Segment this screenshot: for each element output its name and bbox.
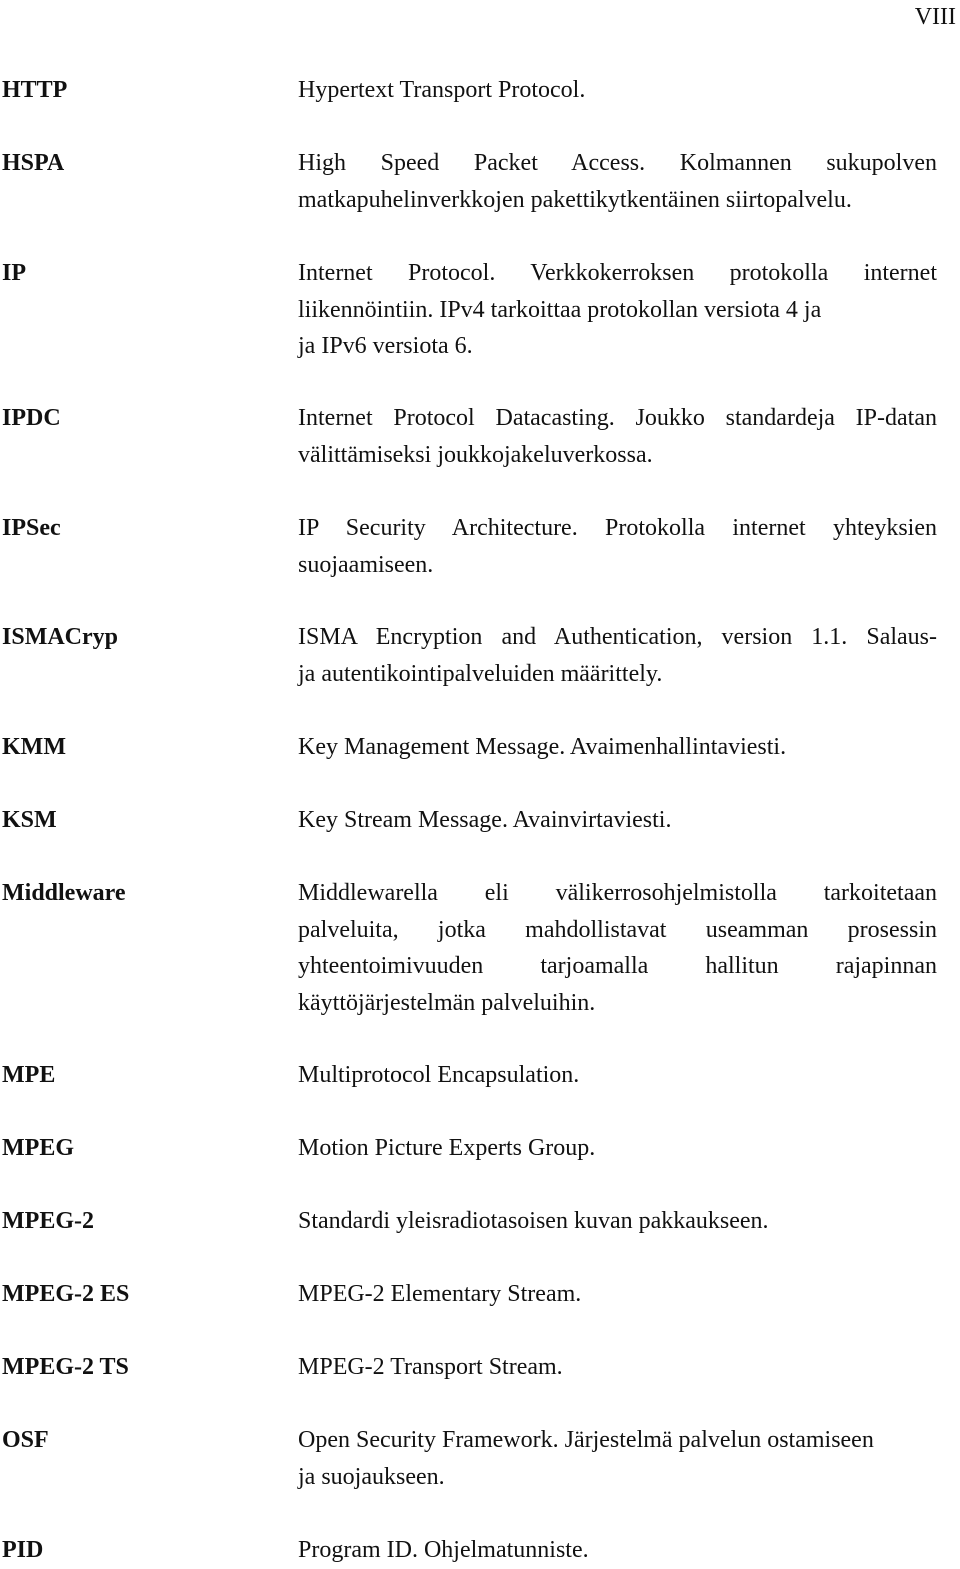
- term: HSPA: [2, 150, 65, 176]
- definition: Key Management Message. Avaimenhallintav…: [298, 729, 937, 766]
- definition-line: Key Management Message. Avaimenhallintav…: [298, 734, 787, 760]
- definition: MPEG-2 Transport Stream.: [298, 1349, 937, 1386]
- definition: Multiprotocol Encapsulation.: [298, 1057, 937, 1094]
- definition-line: suojaamiseen.: [298, 551, 434, 578]
- term: KSM: [2, 807, 57, 833]
- definition-line: ISMA Encryption and Authentication, vers…: [298, 624, 937, 650]
- definition: MPEG-2 Elementary Stream.: [298, 1276, 937, 1313]
- definition: Program ID. Ohjelmatunniste.: [298, 1532, 937, 1569]
- definition-line: Middlewarella eli välikerrosohjelmistoll…: [298, 880, 937, 906]
- definition-line: IP Security Architecture. Protokolla int…: [298, 515, 937, 541]
- term: Middleware: [2, 880, 126, 906]
- definition: Internet Protocol. Verkkokerroksen proto…: [298, 255, 937, 365]
- definition: Key Stream Message. Avainvirtaviesti.: [298, 802, 937, 839]
- definition-line: välittämiseksi joukkojakeluverkossa.: [298, 441, 653, 468]
- definition: Middlewarella eli välikerrosohjelmistoll…: [298, 875, 937, 1021]
- term: MPEG-2 TS: [2, 1354, 129, 1380]
- definition-line: Motion Picture Experts Group.: [298, 1135, 596, 1161]
- definition: Standardi yleisradiotasoisen kuvan pakka…: [298, 1203, 937, 1240]
- term: IPSec: [2, 515, 61, 541]
- definition: High Speed Packet Access. Kolmannen suku…: [298, 145, 937, 218]
- definition-line: Open Security Framework. Järjestelmä pal…: [298, 1427, 874, 1453]
- term: IPDC: [2, 405, 61, 431]
- term: MPE: [2, 1062, 56, 1088]
- term: MPEG-2: [2, 1208, 94, 1234]
- term: PID: [2, 1537, 44, 1563]
- definition-line: High Speed Packet Access. Kolmannen suku…: [298, 150, 937, 176]
- definition-line: ja IPv6 versiota 6.: [298, 333, 473, 359]
- definition: ISMA Encryption and Authentication, vers…: [298, 619, 937, 692]
- term: MPEG: [2, 1135, 74, 1161]
- term: OSF: [2, 1427, 49, 1453]
- definition: Open Security Framework. Järjestelmä pal…: [298, 1422, 937, 1495]
- definition-line: matkapuhelinverkkojen pakettikytkentäine…: [298, 186, 852, 213]
- definition-line: yhteentoimivuuden tarjoamalla hallitun r…: [298, 953, 937, 979]
- definition-line: MPEG-2 Transport Stream.: [298, 1354, 563, 1380]
- term: MPEG-2 ES: [2, 1281, 130, 1307]
- definition: Hypertext Transport Protocol.: [298, 72, 937, 109]
- definition-line: Program ID. Ohjelmatunniste.: [298, 1537, 589, 1563]
- definition-line: Hypertext Transport Protocol.: [298, 77, 586, 103]
- definition-line: Internet Protocol Datacasting. Joukko st…: [298, 405, 937, 431]
- page-number: VIII: [914, 4, 956, 30]
- definition: IP Security Architecture. Protokolla int…: [298, 510, 937, 583]
- definition: Internet Protocol Datacasting. Joukko st…: [298, 400, 937, 473]
- definition-line: Key Stream Message. Avainvirtaviesti.: [298, 807, 672, 833]
- definition-line: MPEG-2 Elementary Stream.: [298, 1281, 582, 1307]
- definition-line: käyttöjärjestelmän palveluihin.: [298, 989, 596, 1016]
- term: IP: [2, 260, 26, 286]
- definition-line: Internet Protocol. Verkkokerroksen proto…: [298, 260, 937, 286]
- definition: Motion Picture Experts Group.: [298, 1130, 937, 1167]
- definition-line: Standardi yleisradiotasoisen kuvan pakka…: [298, 1208, 769, 1234]
- definition-line: liikennöintiin. IPv4 tarkoittaa protokol…: [298, 296, 822, 323]
- definition-line: Multiprotocol Encapsulation.: [298, 1062, 580, 1088]
- term: KMM: [2, 734, 66, 760]
- definition-line: ja suojaukseen.: [298, 1463, 445, 1490]
- definition-line: palveluita, jotka mahdollistavat useamma…: [298, 916, 937, 943]
- definition-line: ja autentikointipalveluiden määrittely.: [298, 660, 663, 687]
- term: ISMACryp: [2, 624, 119, 650]
- term: HTTP: [2, 77, 68, 103]
